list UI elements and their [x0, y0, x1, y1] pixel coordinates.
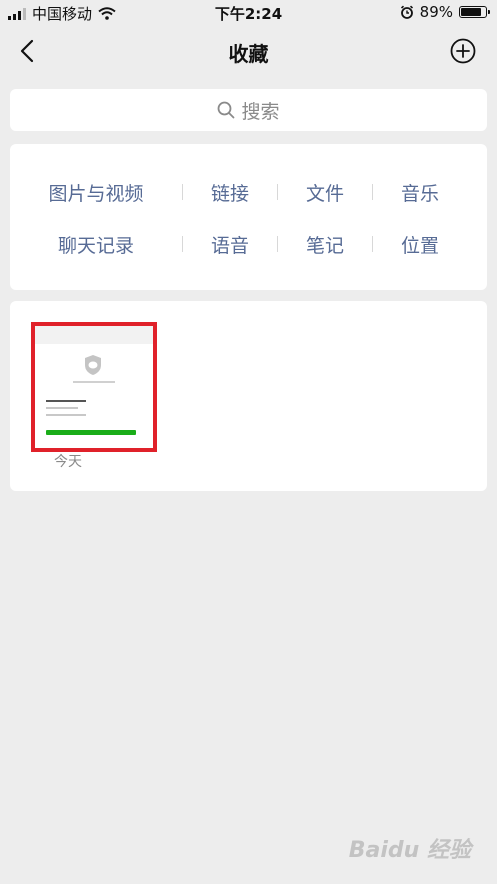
- favorite-item-thumbnail[interactable]: [31, 322, 157, 452]
- thumbnail-green-button: [46, 430, 136, 435]
- category-row-1: 图片与视频 链接 文件 音乐: [10, 177, 487, 207]
- category-chat-history[interactable]: 聊天记录: [10, 231, 182, 258]
- shield-icon: [85, 355, 101, 375]
- category-voice[interactable]: 语音: [183, 231, 277, 258]
- page-title: 收藏: [228, 42, 269, 66]
- nav-bar: 收藏: [0, 26, 497, 76]
- category-files[interactable]: 文件: [278, 179, 372, 206]
- alarm-icon: [400, 5, 413, 19]
- thumbnail-nav-bar: [35, 332, 153, 344]
- battery-percent: 89%: [419, 3, 453, 21]
- category-music[interactable]: 音乐: [373, 179, 467, 206]
- thumbnail-text-line: [73, 381, 115, 383]
- item-date: 今天: [54, 454, 82, 470]
- search-icon: [218, 101, 235, 119]
- plus-circle-icon[interactable]: [450, 38, 476, 64]
- battery-icon: [459, 6, 490, 18]
- category-row-2: 聊天记录 语音 笔记 位置: [10, 229, 487, 259]
- thumbnail-text-line: [46, 400, 86, 402]
- favorites-list: 今天: [10, 301, 487, 491]
- status-bar: 中国移动 下午2:24 89%: [0, 0, 497, 26]
- thumbnail-text-line: [46, 407, 78, 409]
- status-right: 89%: [400, 3, 490, 21]
- search-label: 搜索: [241, 100, 280, 123]
- watermark: Baidu 经验: [348, 838, 471, 863]
- search-bar[interactable]: 搜索: [10, 89, 487, 131]
- category-links[interactable]: 链接: [183, 179, 277, 206]
- battery-fill: [461, 8, 481, 16]
- thumbnail-text-line: [46, 414, 86, 416]
- category-location[interactable]: 位置: [373, 231, 467, 258]
- category-notes[interactable]: 笔记: [278, 231, 372, 258]
- category-panel: 图片与视频 链接 文件 音乐 聊天记录 语音 笔记 位置: [10, 144, 487, 290]
- category-photos-videos[interactable]: 图片与视频: [10, 179, 182, 206]
